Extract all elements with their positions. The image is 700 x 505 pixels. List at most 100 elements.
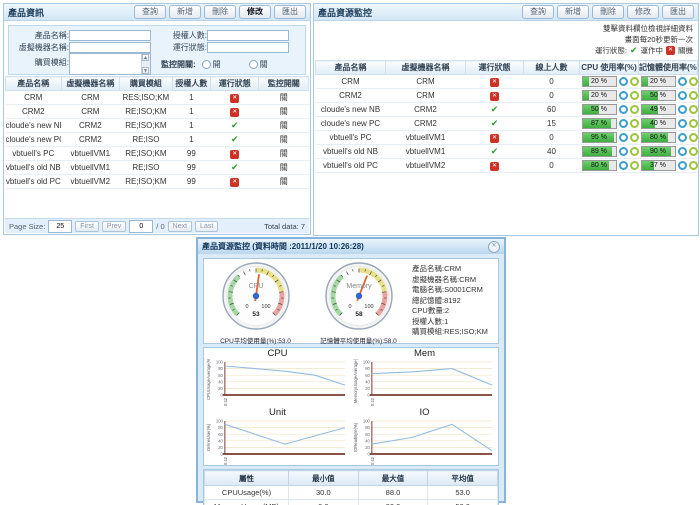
product-cell: vbtuell's old PC [315,158,386,173]
licensed-users-input[interactable] [207,30,289,41]
export-button[interactable]: 匯出 [662,5,694,19]
svg-text:100: 100 [261,304,270,310]
mem-usage-bar: 50 % [640,90,676,101]
vm-cell: CRM2 [385,116,466,131]
svg-text:100: 100 [216,419,224,424]
page-size-label: Page Size: [9,221,46,231]
table-row[interactable]: vbtuell's old NB vbtuellVM1 ✔ 40 89 % 90 % [315,144,698,159]
cpu-usage: 89 % [580,146,639,157]
scroll-down-icon[interactable]: ▼ [142,67,149,74]
next-page-button[interactable]: Next [167,220,193,232]
modules-cell: RE;ISO;KM [119,146,173,161]
page-number-input[interactable] [129,219,154,233]
first-page-button[interactable]: First [75,220,99,232]
desktop: 產品資訊 查詢 新增 刪除 修改 匯出 產品名稱: 虛擬機器名稱: 購買模組: ▲ ▼ [0,0,700,505]
delete-button[interactable]: 刪除 [592,5,624,19]
value-cell: 0.0 [288,499,359,505]
listbox-scrollbar[interactable]: ▲ ▼ [141,54,150,74]
info-line: 授權人數:1 [412,316,449,326]
table-row[interactable]: cloude's new NB CRM2 ✔ 60 50 % 49 % [315,102,698,117]
table-row[interactable]: cloude's new NB CRM2 RE;ISO;KM 1 ✔ 關 [5,118,309,133]
table-row[interactable]: vbtuell's old PC vbtuellVM2 ✕ 0 80 % 37 % [315,158,698,173]
ring-indicator-blue-icon [677,77,687,86]
monitor-on-radio[interactable] [201,60,211,69]
table-row[interactable]: vbtuell's PC vbtuellVM1 RE;ISO;KM 99 ✕ 關 [5,146,309,161]
status-cell: ✔ [210,118,259,133]
running-check-icon: ✔ [490,118,499,128]
close-icon[interactable]: ✕ [488,240,500,253]
delete-button[interactable]: 刪除 [204,5,236,19]
modules-listbox[interactable]: ▲ ▼ [69,53,151,75]
detail-window-titlebar[interactable]: 產品資源監控 (資料時間 :2011/1/20 10:26:28) ✕ [198,239,504,254]
product-name-label: 產品名稱: [34,31,69,40]
query-button[interactable]: 查詢 [134,5,166,19]
svg-text:OnlineUser(%): OnlineUser(%) [206,423,211,451]
product-cell: cloude's new PC [5,132,62,147]
status-cell: ✕ [210,90,259,105]
table-row[interactable]: CRM2 CRM ✕ 0 20 % 50 % [315,88,698,103]
table-row[interactable]: cloude's new PC CRM2 ✔ 15 87 % 40 % [315,116,698,131]
table-row: CPUUsage(%) 30.0 88.0 53.0 [204,485,498,500]
product-name-input[interactable] [69,30,151,41]
table-row[interactable]: cloude's new PC CRM2 RE;ISO 1 ✔ 關 [5,132,309,147]
ring-indicator-green-icon [688,105,698,114]
status-cell: ✕ [210,174,259,189]
attribute-cell: CPUUsage(%) [204,485,289,500]
stopped-x-icon: ✕ [490,92,499,101]
svg-text:CPU: CPU [248,283,263,290]
licensed-cell: 1 [172,132,211,147]
online-cell: 0 [523,130,580,145]
mem-usage: 80 % [639,132,698,143]
cpu-usage: 20 % [580,90,639,101]
prev-page-button[interactable]: Prev [101,220,127,232]
table-header-row: 產品名稱 虛擬機器名稱 購買模組 授權人數 運行狀態 監控開關 [5,76,309,91]
column-header: 屬性 [204,470,289,486]
stopped-x-icon: ✕ [490,134,499,143]
table-row[interactable]: vbtuell's old PC vbtuellVM2 RE;ISO;KM 99 ✕ 關 [5,174,309,189]
svg-text:20: 20 [365,445,370,450]
mem-chart-title: Mem [413,348,436,359]
run-status-input[interactable] [207,42,289,53]
cpu-usage-value: 87 % [591,120,607,127]
ring-indicator-green-icon [688,91,698,100]
add-button[interactable]: 新增 [557,5,589,19]
svg-text:80: 80 [218,366,223,371]
mem-usage-bar: 37 % [640,160,676,171]
column-header: CPU 使用率(%) [579,60,639,75]
online-cell: 40 [523,144,580,159]
page-size-input[interactable] [48,219,73,233]
last-page-button[interactable]: Last [195,220,219,232]
svg-text:0: 0 [245,304,248,310]
table-row[interactable]: vbtuell's old NB vbtuellVM1 RE;ISO 99 ✔ 關 [5,160,309,175]
vm-name-input[interactable] [69,42,151,53]
svg-text:0: 0 [348,304,351,310]
vm-cell: vbtuellVM1 [385,130,466,145]
cpu-chart: CPU 0 20 40 60 80 100 CPUUsageAverage(%) 10:42 [204,348,351,407]
stopped-x-icon: ✕ [230,150,240,159]
export-button[interactable]: 匯出 [274,5,306,19]
product-cell: vbtuell's PC [5,146,62,161]
add-button[interactable]: 新增 [169,5,201,19]
query-button[interactable]: 查詢 [522,5,554,19]
ring-indicator-green-icon [688,133,698,142]
mem-cell: 20 % [638,74,698,89]
modules-cell: RES;ISO;KM [119,90,173,105]
table-row[interactable]: CRM2 CRM RE;ISO;KM 1 ✕ 關 [5,104,309,119]
table-row[interactable]: CRM CRM ✕ 0 20 % 20 % [315,74,698,89]
table-row[interactable]: vbtuell's PC vbtuellVM1 ✕ 0 95 % 80 % [315,130,698,145]
scroll-up-icon[interactable]: ▲ [142,54,149,61]
product-cell: vbtuell's old PC [5,174,62,189]
cpu-cell: 80 % [579,158,639,173]
cpu-cell: 89 % [579,144,639,159]
cpu-cell: 50 % [579,102,639,117]
licensed-cell: 1 [172,90,211,105]
mem-usage-bar: 49 % [640,104,676,115]
vm-cell: CRM [385,74,466,89]
svg-text:100: 100 [364,304,373,310]
monitor-off-radio[interactable] [248,60,258,69]
table-row[interactable]: CRM CRM RES;ISO;KM 1 ✕ 關 [5,90,309,105]
modify-button[interactable]: 修改 [627,5,659,19]
resource-monitor-table: 產品名稱 虛擬機器名稱 運行狀態 線上人數 CPU 使用率(%) 記憶體使用率(%) CR… [315,60,698,173]
charts-section: CPU 0 20 40 60 80 100 CPUUsageAverage(%) 10:42 Me… [203,347,499,466]
modify-button[interactable]: 修改 [239,5,271,19]
